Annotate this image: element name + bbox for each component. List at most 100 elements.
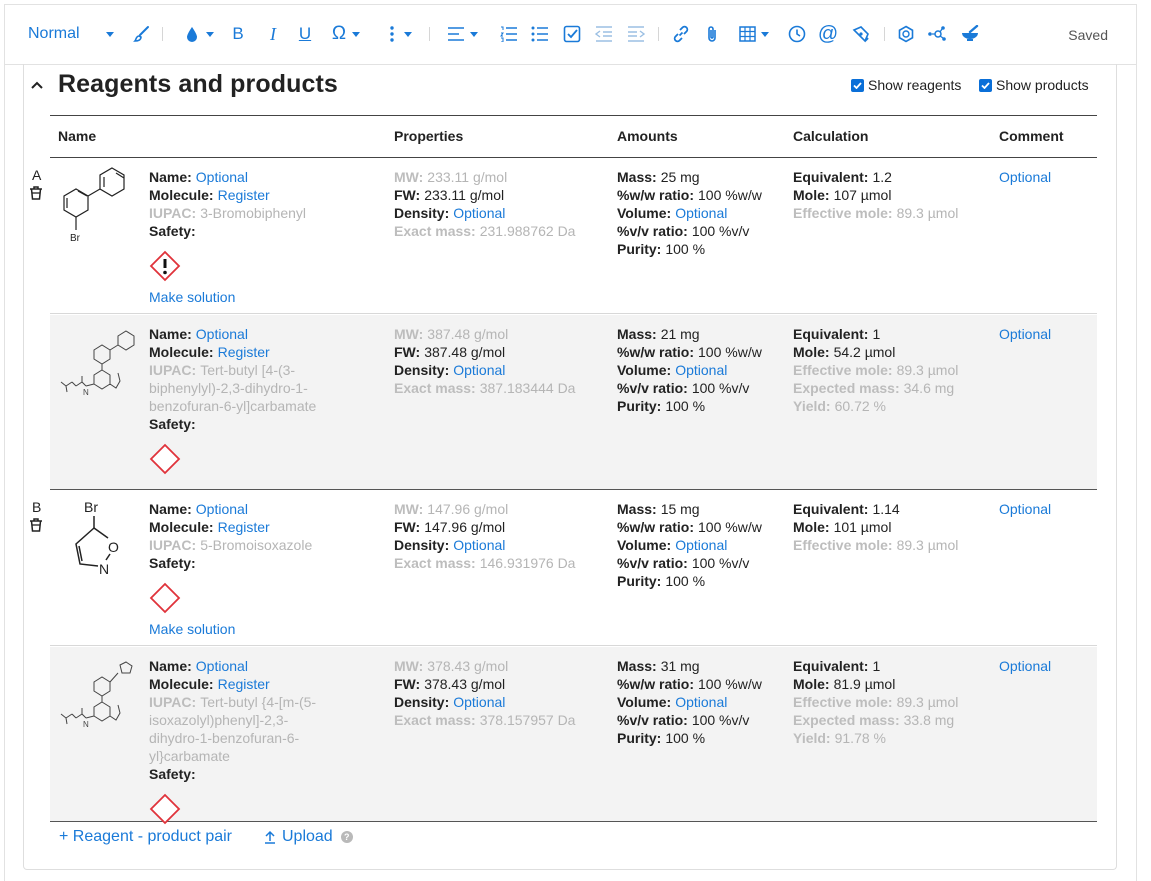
label: IUPAC:: [149, 694, 197, 710]
align-dropdown[interactable]: [442, 22, 482, 46]
molecule-structure[interactable]: N: [54, 659, 138, 735]
label: Yield:: [793, 398, 831, 414]
volume-field[interactable]: Optional: [675, 204, 727, 222]
register-molecule-link[interactable]: Register: [218, 518, 270, 536]
density-field[interactable]: Optional: [453, 204, 505, 222]
ww-ratio-value[interactable]: 100 %w/w: [698, 186, 762, 204]
hazard-empty-icon[interactable]: [149, 582, 312, 616]
molecule-structure[interactable]: N: [54, 327, 138, 403]
fw-value[interactable]: 387.48 g/mol: [424, 343, 505, 361]
fw-value[interactable]: 147.96 g/mol: [424, 518, 505, 536]
comment-cell: Optional: [999, 657, 1051, 675]
vv-ratio-value[interactable]: 100 %v/v: [692, 379, 750, 397]
register-molecule-link[interactable]: Register: [218, 675, 270, 693]
bulleted-list-icon[interactable]: [529, 22, 551, 46]
underline-icon[interactable]: U: [295, 22, 315, 46]
make-solution-link[interactable]: Make solution: [149, 620, 235, 638]
density-field[interactable]: Optional: [453, 693, 505, 711]
delete-pair-icon[interactable]: [28, 517, 44, 536]
purity-value[interactable]: 100 %: [665, 397, 705, 415]
special-character-dropdown[interactable]: Ω: [327, 22, 365, 46]
checklist-icon[interactable]: [561, 22, 583, 46]
hazard-exclamation-icon[interactable]: [149, 250, 306, 284]
hazard-empty-icon[interactable]: [149, 793, 331, 825]
upload-button[interactable]: Upload ?: [264, 828, 353, 846]
mass-value[interactable]: 21 mg: [661, 325, 700, 343]
outdent-icon[interactable]: [593, 22, 615, 46]
table-dropdown[interactable]: [735, 22, 773, 46]
molecule-ring-icon[interactable]: [895, 22, 917, 46]
equivalent-value[interactable]: 1: [872, 657, 880, 675]
pen-tool-icon[interactable]: [850, 22, 872, 46]
vv-ratio-value[interactable]: 100 %v/v: [692, 711, 750, 729]
indent-icon[interactable]: [625, 22, 647, 46]
add-reagent-product-pair-button[interactable]: + Reagent - product pair: [59, 828, 232, 846]
mole-value[interactable]: 101 µmol: [834, 518, 892, 536]
molecule-structure[interactable]: Br: [56, 164, 136, 248]
label: Safety:: [149, 223, 196, 239]
mass-value[interactable]: 31 mg: [661, 657, 700, 675]
help-icon[interactable]: ?: [340, 831, 353, 843]
reaction-network-icon[interactable]: [926, 22, 948, 46]
exact-mass-value: 378.157957 Da: [479, 712, 576, 728]
fw-value[interactable]: 378.43 g/mol: [424, 675, 505, 693]
vv-ratio-value[interactable]: 100 %v/v: [692, 222, 750, 240]
volume-field[interactable]: Optional: [675, 693, 727, 711]
register-molecule-link[interactable]: Register: [218, 186, 270, 204]
show-products-checkbox[interactable]: Show products: [979, 77, 1089, 93]
label: Name:: [149, 169, 192, 185]
name-field[interactable]: Optional: [196, 168, 248, 186]
label: Name:: [149, 658, 192, 674]
delete-pair-icon[interactable]: [28, 185, 44, 204]
label: Mass:: [617, 658, 657, 674]
brush-icon[interactable]: [131, 22, 153, 46]
equivalent-value[interactable]: 1.14: [872, 500, 899, 518]
attachment-icon[interactable]: [702, 22, 722, 46]
text-color-dropdown[interactable]: [178, 22, 220, 46]
numbered-list-icon[interactable]: [498, 22, 520, 46]
label: Purity:: [617, 398, 662, 414]
bold-icon[interactable]: B: [229, 22, 247, 46]
comment-field[interactable]: Optional: [999, 500, 1051, 518]
link-icon[interactable]: [670, 22, 692, 46]
make-solution-link[interactable]: Make solution: [149, 288, 235, 306]
purity-value[interactable]: 100 %: [665, 240, 705, 258]
equivalent-value[interactable]: 1: [872, 325, 880, 343]
label: Density:: [394, 694, 450, 710]
mention-icon[interactable]: @: [817, 22, 839, 46]
more-options-dropdown[interactable]: [385, 22, 417, 46]
paragraph-style-dropdown[interactable]: Normal: [28, 22, 118, 46]
hazard-empty-icon[interactable]: [149, 443, 331, 475]
fw-value[interactable]: 233.11 g/mol: [424, 186, 504, 204]
comment-field[interactable]: Optional: [999, 325, 1051, 343]
ww-ratio-value[interactable]: 100 %w/w: [698, 518, 762, 536]
clock-icon[interactable]: [786, 22, 808, 46]
name-field[interactable]: Optional: [196, 500, 248, 518]
density-field[interactable]: Optional: [453, 536, 505, 554]
equivalent-value[interactable]: 1.2: [872, 168, 891, 186]
mass-value[interactable]: 15 mg: [661, 500, 700, 518]
label: Molecule:: [149, 187, 214, 203]
comment-field[interactable]: Optional: [999, 657, 1051, 675]
molecule-structure[interactable]: Br O N: [66, 496, 130, 576]
volume-field[interactable]: Optional: [675, 536, 727, 554]
mole-value[interactable]: 54.2 µmol: [834, 343, 896, 361]
ww-ratio-value[interactable]: 100 %w/w: [698, 675, 762, 693]
name-field[interactable]: Optional: [196, 325, 248, 343]
italic-icon[interactable]: I: [264, 22, 282, 46]
show-reagents-checkbox[interactable]: Show reagents: [851, 77, 961, 93]
density-field[interactable]: Optional: [453, 361, 505, 379]
mole-value[interactable]: 107 µmol: [834, 186, 892, 204]
register-molecule-link[interactable]: Register: [218, 343, 270, 361]
volume-field[interactable]: Optional: [675, 361, 727, 379]
purity-value[interactable]: 100 %: [665, 572, 705, 590]
vv-ratio-value[interactable]: 100 %v/v: [692, 554, 750, 572]
mole-value[interactable]: 81.9 µmol: [834, 675, 896, 693]
ww-ratio-value[interactable]: 100 %w/w: [698, 343, 762, 361]
purity-value[interactable]: 100 %: [665, 729, 705, 747]
mass-value[interactable]: 25 mg: [661, 168, 700, 186]
mortar-pestle-icon[interactable]: [959, 22, 981, 46]
collapse-chevron-icon[interactable]: [31, 76, 43, 92]
name-field[interactable]: Optional: [196, 657, 248, 675]
comment-field[interactable]: Optional: [999, 168, 1051, 186]
